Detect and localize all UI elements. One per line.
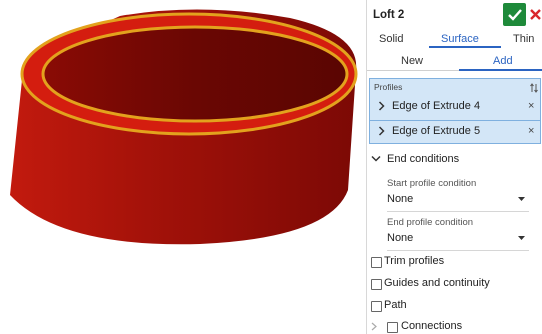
end-condition-label: End profile condition xyxy=(387,217,474,228)
loft-feature-dialog: Loft 2 Solid Surface Thin New Add Profil… xyxy=(366,0,542,334)
path-option[interactable]: Path xyxy=(371,299,541,315)
end-conditions-label: End conditions xyxy=(387,153,460,165)
profile-name: Edge of Extrude 5 xyxy=(392,125,481,137)
trim-profiles-option[interactable]: Trim profiles xyxy=(371,255,541,271)
chevron-right-icon[interactable] xyxy=(378,126,385,136)
profile-row[interactable]: Edge of Extrude 5 × xyxy=(370,121,540,143)
path-label: Path xyxy=(384,299,407,311)
operation-tabs: New Add xyxy=(367,50,542,72)
path-checkbox[interactable] xyxy=(371,301,382,312)
tab-new[interactable]: New xyxy=(401,55,423,67)
check-icon xyxy=(507,8,522,21)
trim-profiles-checkbox[interactable] xyxy=(371,257,382,268)
remove-profile-button[interactable]: × xyxy=(528,100,534,112)
connections-checkbox[interactable] xyxy=(387,322,398,333)
close-icon xyxy=(529,9,541,20)
dropdown-caret-icon xyxy=(518,236,525,240)
sort-icon[interactable] xyxy=(530,83,538,93)
dropdown-caret-icon xyxy=(518,197,525,201)
trim-profiles-label: Trim profiles xyxy=(384,255,445,267)
active-tab-indicator xyxy=(429,46,501,48)
active-op-indicator xyxy=(459,69,542,71)
cancel-button[interactable] xyxy=(528,3,542,26)
tab-add[interactable]: Add xyxy=(493,55,513,67)
guides-continuity-checkbox[interactable] xyxy=(371,279,382,290)
tab-thin[interactable]: Thin xyxy=(513,33,534,45)
chevron-right-icon[interactable] xyxy=(371,322,377,331)
profiles-label: Profiles xyxy=(374,82,403,92)
dialog-title: Loft 2 xyxy=(373,9,405,21)
guides-continuity-option[interactable]: Guides and continuity xyxy=(371,277,541,293)
profiles-selection-box[interactable]: Profiles Edge of Extrude 4 × Edge of Ext… xyxy=(369,78,541,144)
connections-option[interactable]: Connections xyxy=(371,320,541,334)
chevron-right-icon[interactable] xyxy=(378,101,385,111)
end-conditions-section-toggle[interactable]: End conditions xyxy=(367,150,542,170)
chevron-down-icon xyxy=(371,155,381,162)
tab-surface[interactable]: Surface xyxy=(441,33,479,45)
dialog-header: Loft 2 xyxy=(367,0,542,30)
connections-label: Connections xyxy=(401,320,463,332)
remove-profile-button[interactable]: × xyxy=(528,125,534,137)
start-condition-label: Start profile condition xyxy=(387,178,477,189)
field-underline xyxy=(387,211,529,212)
field-underline xyxy=(387,250,529,251)
graphics-viewport[interactable] xyxy=(0,0,366,334)
accept-button[interactable] xyxy=(503,3,526,26)
creation-type-tabs: Solid Surface Thin xyxy=(367,30,542,48)
profile-name: Edge of Extrude 4 xyxy=(392,100,481,112)
loft-surface-model[interactable] xyxy=(0,0,366,334)
start-condition-value: None xyxy=(387,193,414,205)
tab-solid[interactable]: Solid xyxy=(379,33,403,45)
profile-row[interactable]: Edge of Extrude 4 × xyxy=(370,96,540,118)
end-condition-value: None xyxy=(387,232,414,244)
guides-continuity-label: Guides and continuity xyxy=(384,277,490,289)
